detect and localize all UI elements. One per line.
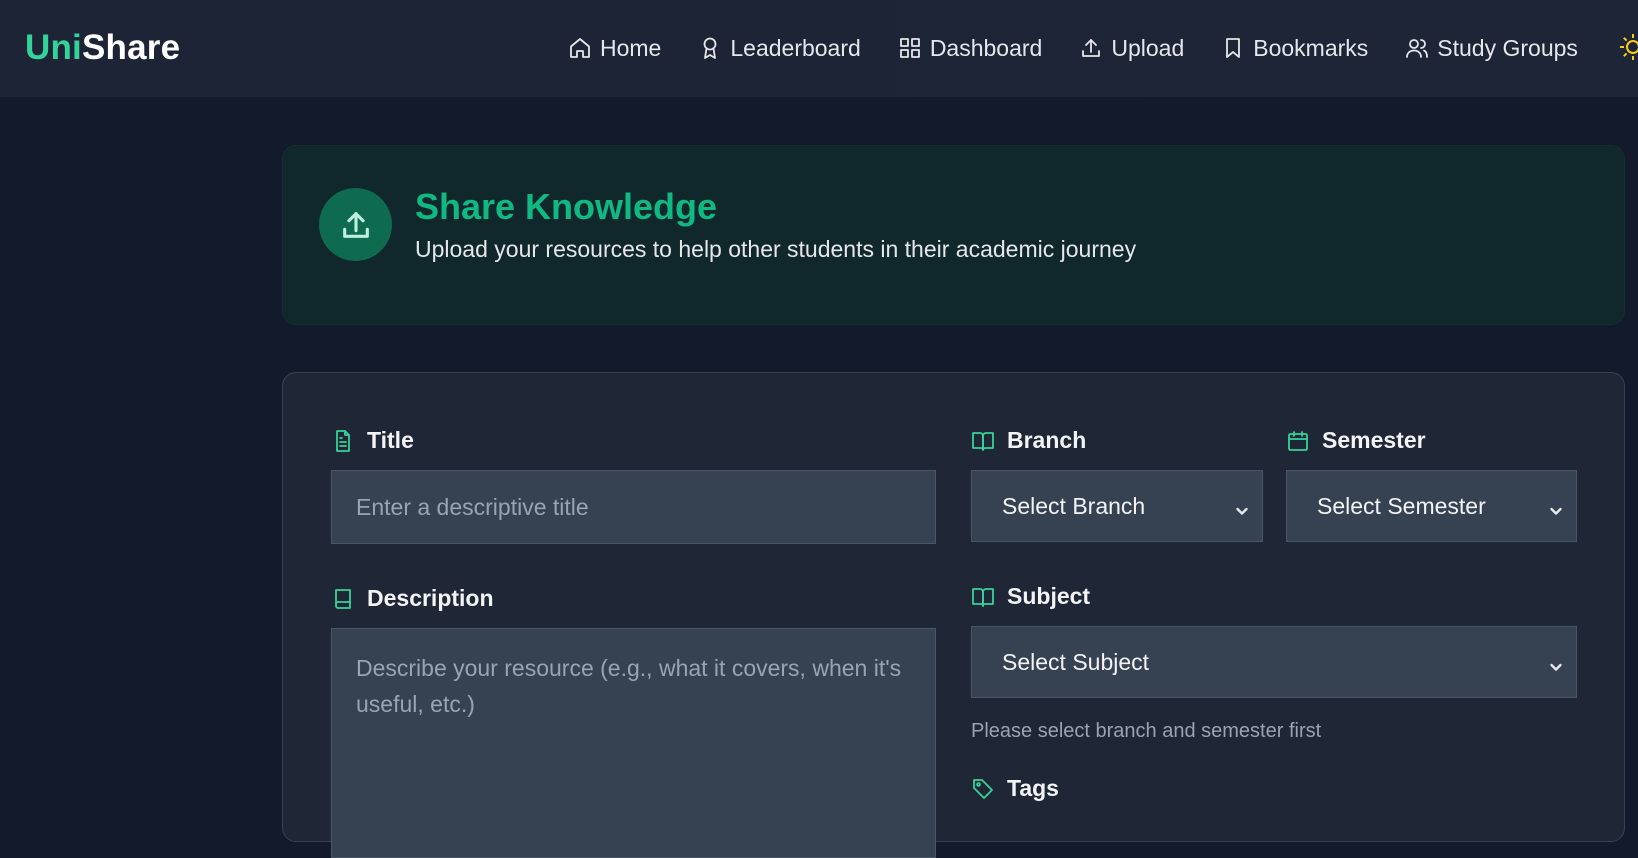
nav-item-upload[interactable]: Upload [1079, 35, 1184, 62]
nav-item-label: Leaderboard [730, 34, 861, 61]
nav-item-label: Study Groups [1437, 34, 1578, 61]
award-icon [703, 37, 717, 59]
semester-select-value: Select Semester [1317, 492, 1486, 519]
calendar-icon [1288, 430, 1308, 451]
nav-item-home[interactable]: Home [568, 35, 661, 62]
nav-item-leaderboard[interactable]: Leaderboard [698, 34, 861, 62]
home-icon [570, 38, 590, 58]
nav-item-study-groups[interactable]: Study Groups [1405, 35, 1578, 62]
sun-icon [1620, 34, 1638, 60]
brand-logo-share: Share [81, 28, 181, 67]
title-label-text: Title [367, 427, 414, 453]
bookmark-icon [1226, 38, 1241, 58]
subject-hint: Please select branch and semester first [971, 720, 1322, 742]
semester-label-text: Semester [1322, 427, 1426, 453]
branch-select[interactable]: Select Branch [971, 470, 1263, 542]
nav-item-label: Upload [1111, 34, 1185, 61]
grid-icon [899, 38, 920, 58]
semester-label: Semester [1286, 427, 1426, 454]
share-knowledge-banner: Share Knowledge Upload your resources to… [282, 145, 1625, 325]
book-open-icon [972, 431, 994, 451]
upload-form: Title Description Branch Select Branch S… [282, 372, 1625, 858]
nav-item-label: Bookmarks [1253, 34, 1369, 61]
book-open-icon [972, 587, 994, 607]
subject-label: Subject [971, 583, 1090, 610]
hero-upload-badge [319, 188, 392, 261]
title-label: Title [331, 427, 414, 454]
tag-icon [973, 778, 993, 799]
chevron-down-icon [1234, 498, 1250, 515]
brand-logo[interactable]: UniShare [25, 28, 180, 68]
subject-select[interactable]: Select Subject [971, 626, 1577, 698]
page-title: Share Knowledge [415, 186, 718, 227]
theme-toggle-button[interactable] [1618, 32, 1638, 62]
subject-select-value: Select Subject [1002, 648, 1150, 675]
upload-icon [342, 211, 369, 238]
chevron-down-icon [1548, 498, 1564, 515]
brand-logo-uni: Uni [25, 28, 82, 67]
nav-item-dashboard[interactable]: Dashboard [898, 34, 1043, 62]
book-icon [335, 588, 351, 609]
branch-label: Branch [971, 427, 1086, 454]
description-label: Description [331, 585, 494, 612]
branch-label-text: Branch [1007, 427, 1087, 453]
users-icon [1406, 39, 1429, 58]
nav-item-bookmarks[interactable]: Bookmarks [1221, 35, 1368, 62]
tags-label: Tags [971, 775, 1059, 802]
description-label-text: Description [367, 585, 494, 611]
semester-select[interactable]: Select Semester [1286, 470, 1577, 542]
page-subtitle: Upload your resources to help other stud… [415, 236, 1137, 262]
nav-item-label: Home [600, 34, 662, 61]
chevron-down-icon [1548, 654, 1564, 671]
description-textarea[interactable] [331, 628, 936, 858]
tags-label-text: Tags [1007, 775, 1059, 801]
nav-item-label: Dashboard [929, 34, 1043, 61]
top-navbar: UniShare Home Leaderboard Dashboard Uplo… [0, 0, 1638, 97]
branch-select-value: Select Branch [1002, 492, 1146, 519]
subject-label-text: Subject [1007, 583, 1091, 609]
file-text-icon [336, 429, 350, 452]
title-input[interactable] [331, 470, 936, 544]
upload-icon [1082, 39, 1101, 57]
main-nav: Home Leaderboard Dashboard Upload Bookma… [568, 30, 1615, 66]
